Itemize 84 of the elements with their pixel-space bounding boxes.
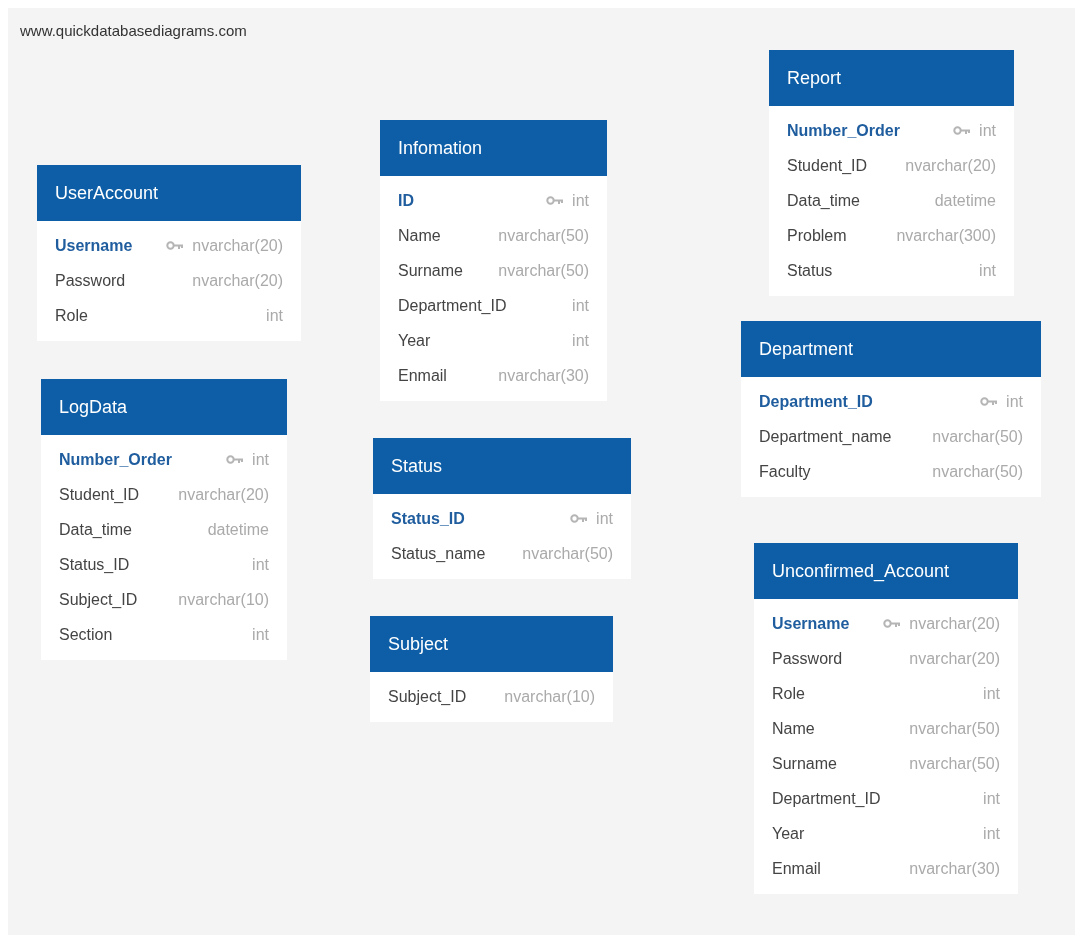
column-name: Username [772,613,850,634]
column-type: nvarchar(20) [909,613,1000,634]
column-name: Status_ID [391,508,465,529]
column-name: Department_ID [772,788,881,809]
column-name: Name [772,718,815,739]
column-name: Faculty [759,461,811,482]
column-type: nvarchar(10) [178,589,269,610]
key-icon [570,514,589,523]
column-name: Username [55,235,133,256]
column-type: nvarchar(300) [896,225,996,246]
column-type: int [266,305,283,326]
key-icon [953,126,972,135]
column-type: nvarchar(50) [498,225,589,246]
column-name: Status_name [391,543,486,564]
column-name: Student_ID [787,155,868,176]
column-name: Role [55,305,88,326]
column-type: datetime [934,190,996,211]
key-icon [883,619,902,628]
column-name: Enmail [772,858,821,879]
column-name: Student_ID [59,484,140,505]
column-name: Year [772,823,805,844]
table-name: Report [787,66,842,90]
column-type: nvarchar(50) [498,260,589,281]
column-name: Number_Order [59,449,172,470]
table-name: UserAccount [55,181,159,205]
column-name: Status_ID [59,554,130,575]
column-name: Password [772,648,843,669]
column-name: Section [59,624,113,645]
column-type: nvarchar(30) [909,858,1000,879]
column-name: Subject_ID [388,686,467,707]
column-type: int [252,449,269,470]
column-type: nvarchar(50) [909,718,1000,739]
column-name: Surname [772,753,837,774]
column-name: Status [787,260,833,281]
site-url: www.quickdatabasediagrams.com [20,21,247,41]
table-name: Department [759,337,854,361]
table-name: Unconfirmed_Account [772,559,950,584]
key-icon [226,455,245,464]
column-name: Subject_ID [59,589,138,610]
column-type: int [572,330,589,351]
table-name: Subject [388,632,449,656]
column-type: nvarchar(50) [932,426,1023,447]
column-name: Name [398,225,441,246]
column-type: nvarchar(20) [909,648,1000,669]
column-type: int [1006,391,1023,412]
column-type: int [572,295,589,316]
column-type: datetime [207,519,269,540]
key-icon [546,196,565,205]
column-type: nvarchar(50) [522,543,613,564]
column-name: Role [772,683,805,704]
column-type: int [979,120,996,141]
table-name: LogData [59,395,128,419]
column-type: nvarchar(10) [504,686,595,707]
column-name: Department_ID [759,391,873,412]
column-name: ID [398,190,414,211]
column-name: Enmail [398,365,447,386]
column-name: Year [398,330,431,351]
table-name: Infomation [398,136,483,160]
column-name: Department_name [759,426,892,447]
column-type: int [596,508,613,529]
column-type: nvarchar(30) [498,365,589,386]
column-name: Data_time [59,519,132,540]
column-type: int [983,683,1000,704]
column-name: Department_ID [398,295,507,316]
column-type: int [979,260,996,281]
table-name: Status [391,454,443,478]
column-type: int [983,823,1000,844]
key-icon [166,241,185,250]
column-type: nvarchar(20) [178,484,269,505]
column-type: int [252,554,269,575]
column-name: Data_time [787,190,860,211]
column-type: nvarchar(50) [909,753,1000,774]
column-name: Surname [398,260,463,281]
column-type: nvarchar(50) [932,461,1023,482]
column-type: int [252,624,269,645]
column-type: nvarchar(20) [192,270,283,291]
column-type: nvarchar(20) [192,235,283,256]
column-name: Number_Order [787,120,900,141]
column-name: Password [55,270,126,291]
column-type: nvarchar(20) [905,155,996,176]
column-type: int [983,788,1000,809]
column-name: Problem [787,225,847,246]
key-icon [980,397,999,406]
column-type: int [572,190,589,211]
